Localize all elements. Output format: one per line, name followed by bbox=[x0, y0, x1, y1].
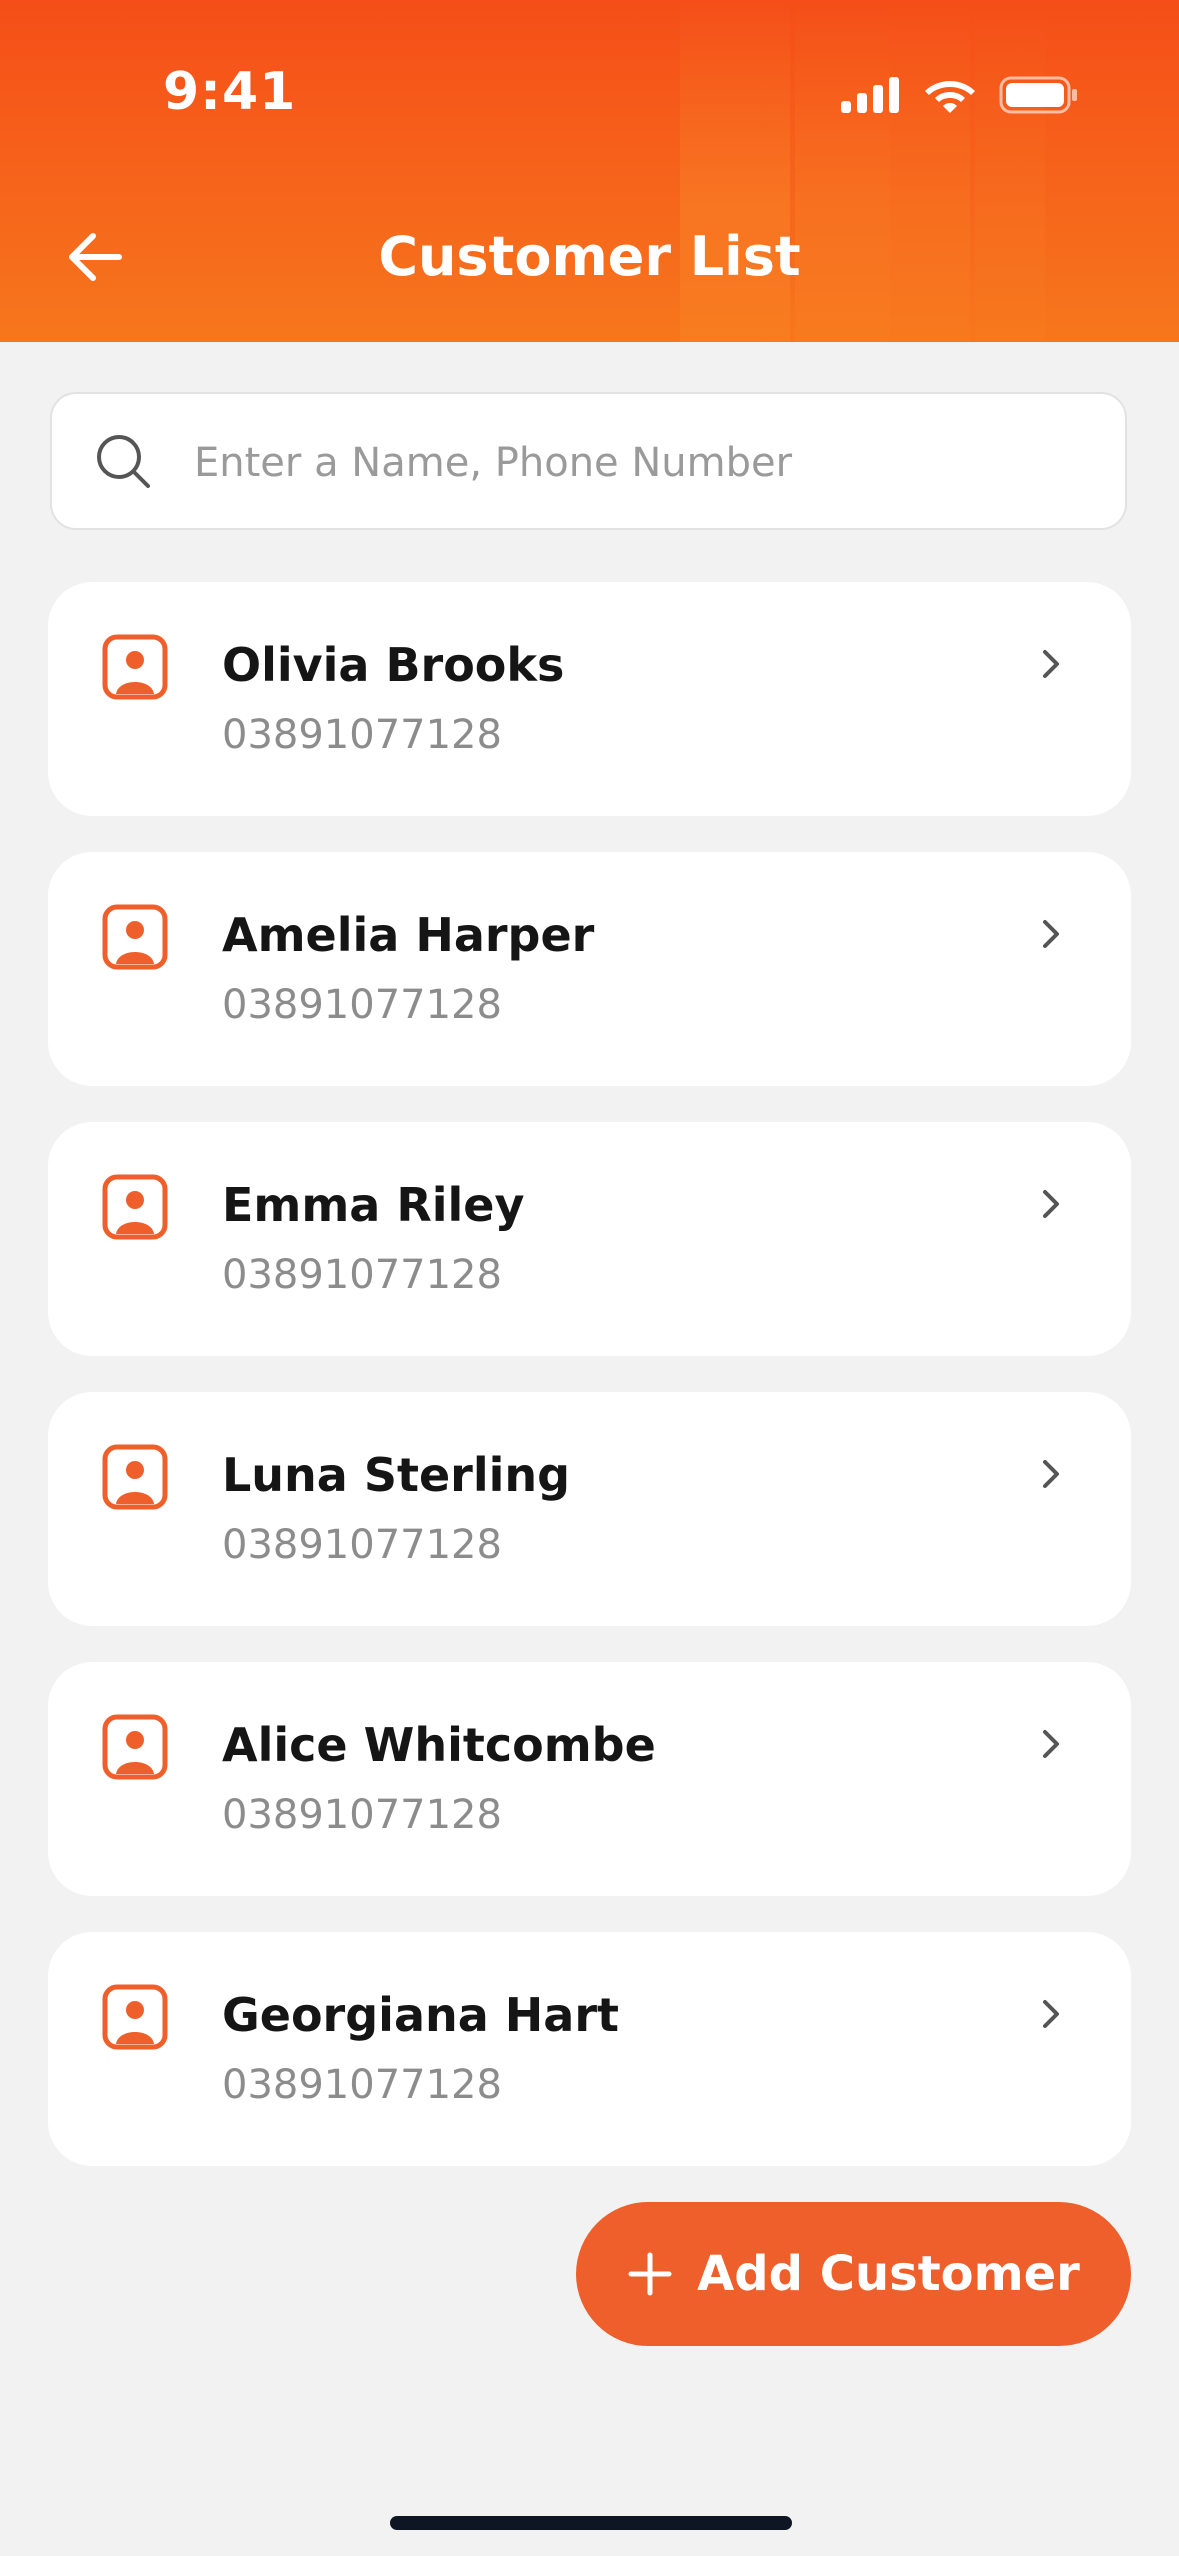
home-indicator bbox=[390, 2516, 792, 2530]
customer-name: Olivia Brooks bbox=[222, 638, 565, 692]
battery-icon bbox=[999, 76, 1077, 114]
chevron-right-icon bbox=[1043, 920, 1059, 948]
add-customer-label: Add Customer bbox=[697, 2246, 1080, 2302]
customer-card[interactable]: Alice Whitcombe 03891077128 bbox=[48, 1662, 1131, 1896]
customer-card[interactable]: Georgiana Hart 03891077128 bbox=[48, 1932, 1131, 2166]
chevron-right-icon bbox=[1043, 1460, 1059, 1488]
customer-card[interactable]: Emma Riley 03891077128 bbox=[48, 1122, 1131, 1356]
customer-card[interactable]: Olivia Brooks 03891077128 bbox=[48, 582, 1131, 816]
chevron-right-icon bbox=[1043, 1190, 1059, 1218]
plus-icon bbox=[628, 2252, 672, 2296]
customer-phone: 03891077128 bbox=[222, 1252, 502, 1298]
customer-phone: 03891077128 bbox=[222, 712, 502, 758]
customer-phone: 03891077128 bbox=[222, 1792, 502, 1838]
customer-phone: 03891077128 bbox=[222, 2062, 502, 2108]
contact-avatar-icon bbox=[102, 1444, 168, 1510]
customer-phone: 03891077128 bbox=[222, 982, 502, 1028]
app-header: 9:41 Customer List bbox=[0, 0, 1179, 342]
customer-card[interactable]: Luna Sterling 03891077128 bbox=[48, 1392, 1131, 1626]
search-bar[interactable] bbox=[50, 392, 1127, 530]
contact-avatar-icon bbox=[102, 904, 168, 970]
contact-avatar-icon bbox=[102, 1984, 168, 2050]
customer-card[interactable]: Amelia Harper 03891077128 bbox=[48, 852, 1131, 1086]
contact-avatar-icon bbox=[102, 1714, 168, 1780]
customer-name: Georgiana Hart bbox=[222, 1988, 619, 2042]
customer-name: Alice Whitcombe bbox=[222, 1718, 656, 1772]
chevron-right-icon bbox=[1043, 650, 1059, 678]
contact-avatar-icon bbox=[102, 634, 168, 700]
chevron-right-icon bbox=[1043, 1730, 1059, 1758]
chevron-right-icon bbox=[1043, 2000, 1059, 2028]
add-customer-button[interactable]: Add Customer bbox=[576, 2202, 1131, 2346]
contact-avatar-icon bbox=[102, 1174, 168, 1240]
status-icons bbox=[841, 70, 1079, 120]
customer-name: Amelia Harper bbox=[222, 908, 595, 962]
search-icon bbox=[97, 435, 150, 488]
page-title: Customer List bbox=[378, 225, 801, 288]
customer-name: Luna Sterling bbox=[222, 1448, 571, 1502]
search-input[interactable] bbox=[192, 424, 1096, 502]
status-time: 9:41 bbox=[163, 62, 297, 122]
cellular-signal-icon bbox=[841, 77, 899, 113]
wifi-icon bbox=[925, 81, 975, 113]
customer-name: Emma Riley bbox=[222, 1178, 525, 1232]
customer-phone: 03891077128 bbox=[222, 1522, 502, 1568]
customer-list: Olivia Brooks 03891077128 Amelia Harper … bbox=[48, 582, 1131, 2202]
